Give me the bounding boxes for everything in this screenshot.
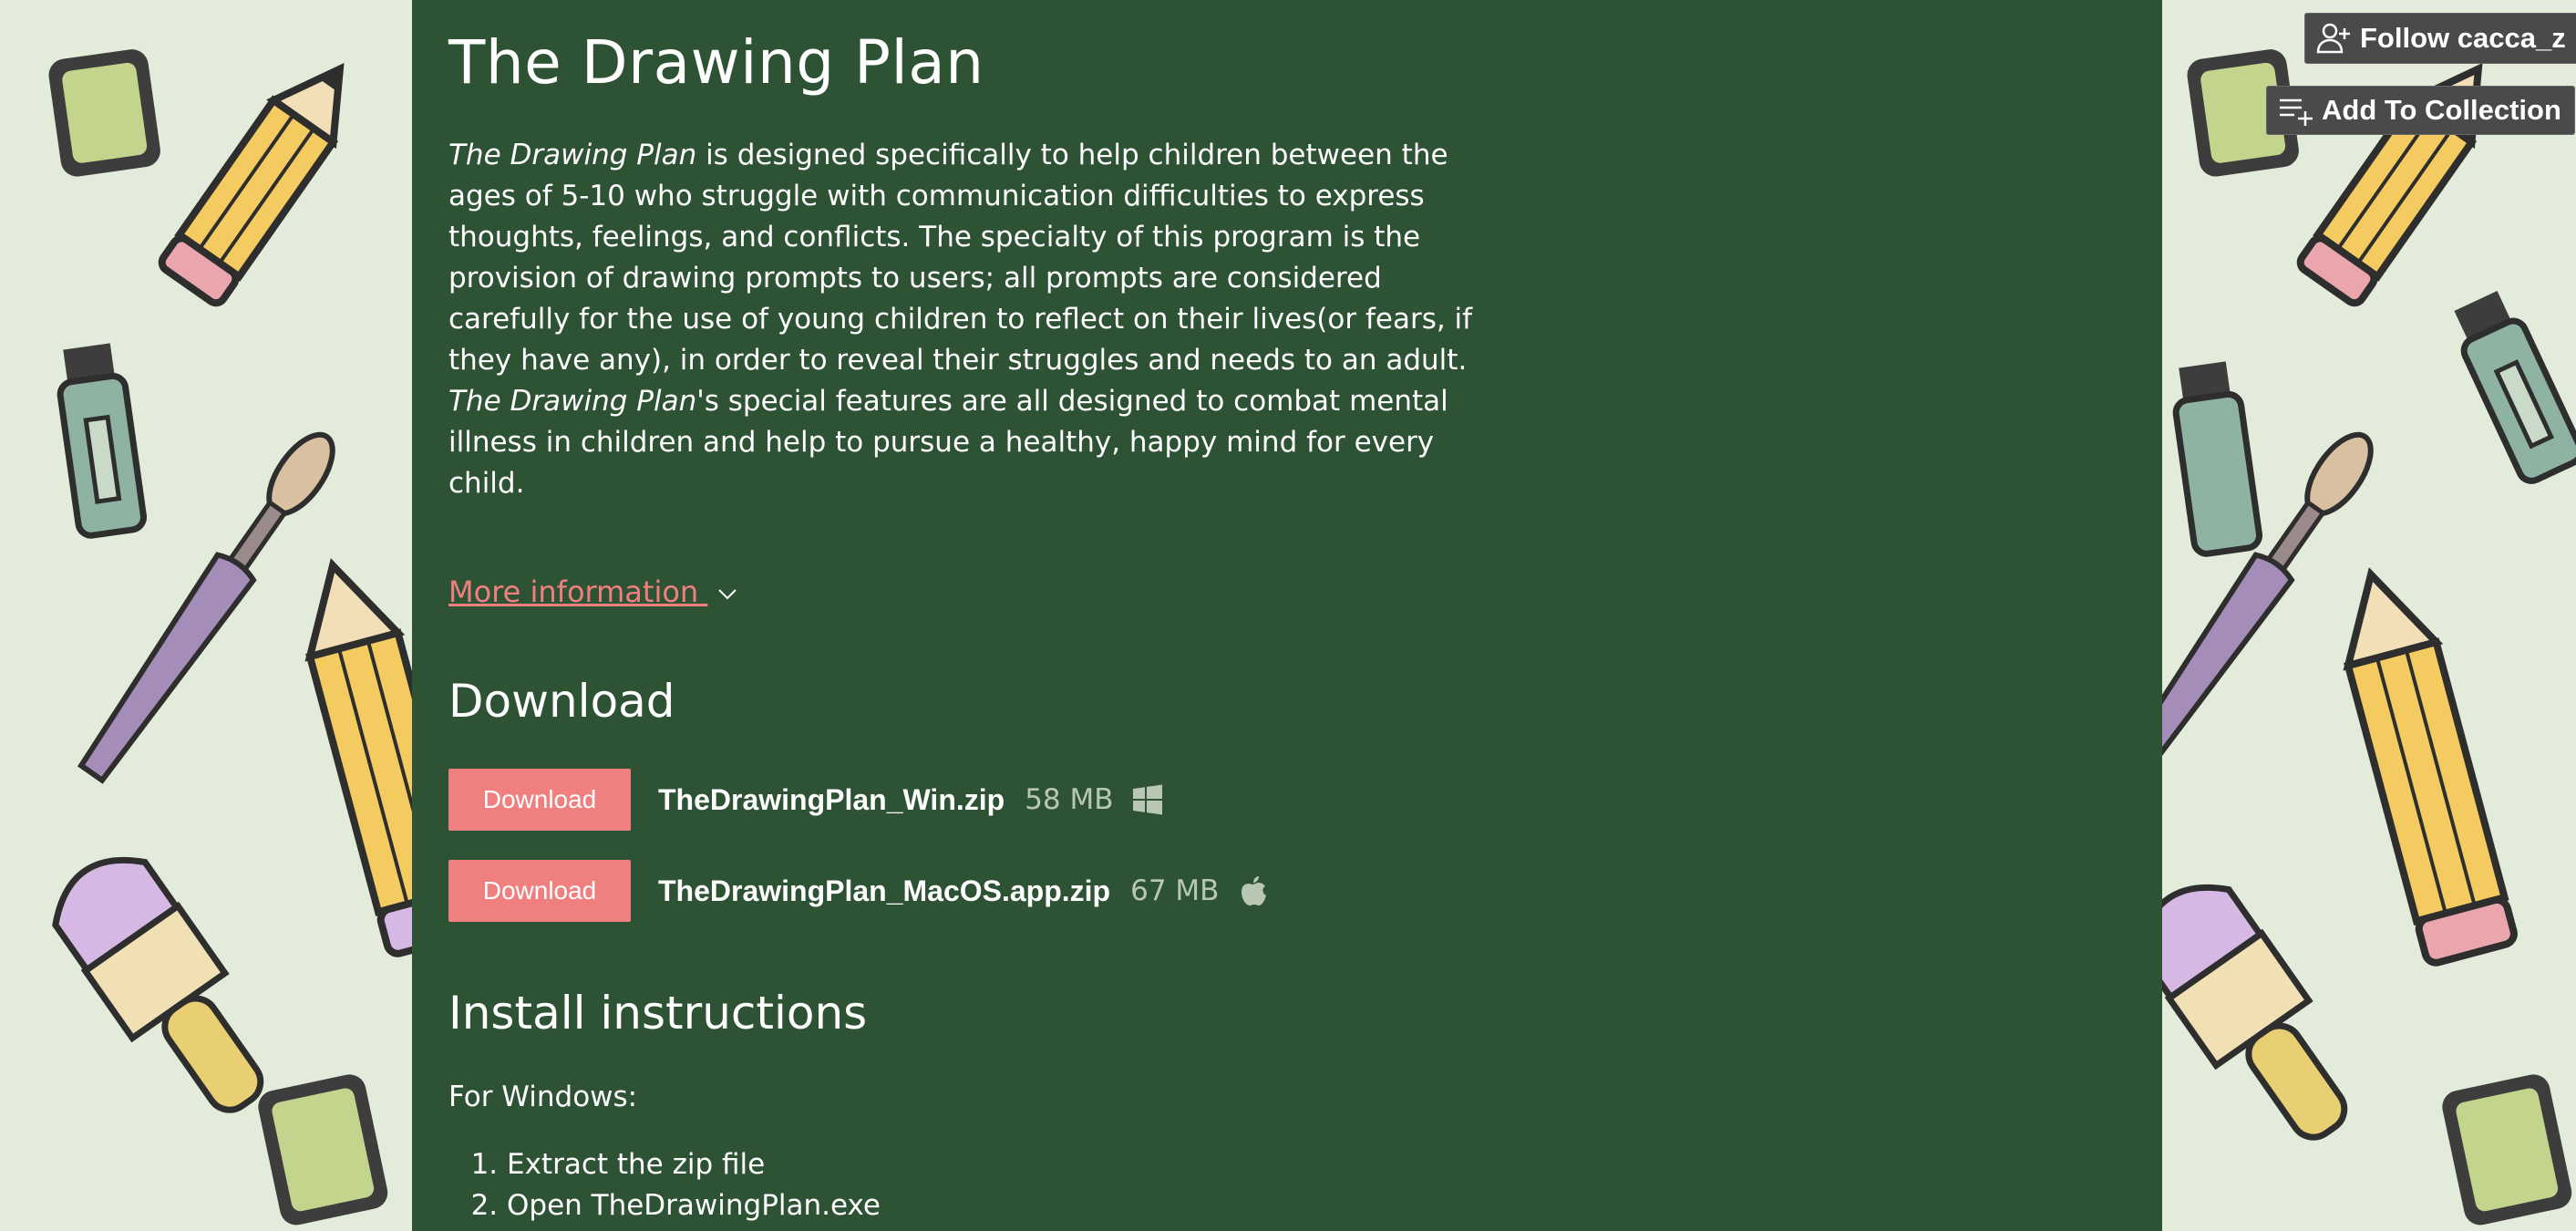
description-title-emphasis: The Drawing Plan bbox=[448, 385, 697, 418]
more-information-link[interactable]: More information bbox=[448, 574, 738, 609]
download-filename: TheDrawingPlan_Win.zip bbox=[658, 782, 1005, 816]
download-windows-button[interactable]: Download bbox=[448, 769, 631, 831]
download-filename: TheDrawingPlan_MacOS.app.zip bbox=[658, 874, 1111, 907]
chevron-down-icon bbox=[718, 589, 737, 600]
game-page-column: The Drawing Plan The Drawing Plan is des… bbox=[412, 0, 2162, 1231]
windows-icon bbox=[1132, 784, 1162, 815]
download-filesize: 58 MB bbox=[1025, 783, 1114, 816]
install-step: Extract the zip file bbox=[507, 1144, 881, 1185]
add-to-collection-button[interactable]: Add To Collection bbox=[2266, 86, 2575, 135]
install-platform-label: For Windows: bbox=[448, 1081, 638, 1113]
page-title: The Drawing Plan bbox=[448, 27, 984, 98]
install-steps-list: Extract the zip file Open TheDrawingPlan… bbox=[448, 1144, 881, 1226]
playlist-add-icon bbox=[2280, 98, 2313, 126]
download-macos-button[interactable]: Download bbox=[448, 860, 631, 922]
description-text: is designed specifically to help childre… bbox=[448, 139, 1473, 377]
download-row-macos: Download TheDrawingPlan_MacOS.app.zip 67… bbox=[448, 860, 1268, 922]
follow-user-label: Follow cacca_z bbox=[2360, 22, 2566, 54]
download-heading: Download bbox=[448, 675, 675, 728]
description-title-emphasis: The Drawing Plan bbox=[448, 139, 697, 171]
download-row-windows: Download TheDrawingPlan_Win.zip 58 MB bbox=[448, 769, 1163, 831]
add-to-collection-label: Add To Collection bbox=[2322, 94, 2561, 126]
follow-user-button[interactable]: Follow cacca_z bbox=[2304, 13, 2576, 64]
install-step: Open TheDrawingPlan.exe bbox=[507, 1185, 881, 1226]
more-information-label: More information bbox=[448, 574, 699, 609]
apple-icon bbox=[1242, 876, 1267, 905]
download-filesize: 67 MB bbox=[1130, 874, 1220, 907]
game-description: The Drawing Plan is designed specificall… bbox=[448, 135, 1479, 504]
install-instructions-heading: Install instructions bbox=[448, 987, 868, 1040]
user-plus-icon bbox=[2316, 23, 2350, 54]
